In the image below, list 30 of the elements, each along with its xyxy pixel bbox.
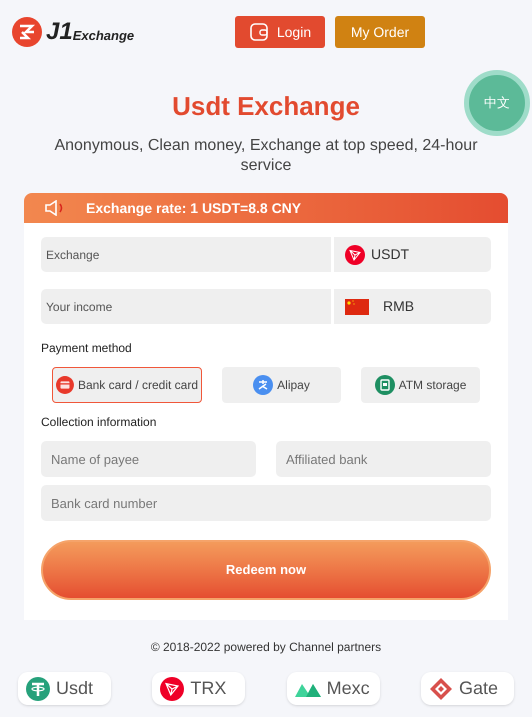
flag-icon	[345, 298, 369, 314]
partner-badge[interactable]: Gate	[420, 672, 514, 705]
page-title: Usdt Exchange	[172, 90, 360, 123]
amount-field[interactable]: Exchange	[41, 237, 331, 272]
payment-option[interactable]: ATM storage	[361, 367, 480, 403]
logo-text: J1Exchange	[46, 20, 134, 44]
payment-option[interactable]: Alipay	[222, 367, 341, 403]
coin-icon	[26, 676, 50, 700]
currency-selector[interactable]: RMB	[334, 289, 491, 324]
subtitle: Anonymous, Clean money, Exchange at top speed, 24-hour service	[53, 136, 479, 176]
diamond-logo-icon	[428, 676, 453, 700]
wallet-icon	[248, 22, 269, 42]
triangle-logo-icon	[160, 676, 184, 700]
amount-field[interactable]: Your income	[41, 289, 331, 324]
logo-icon	[12, 17, 42, 47]
partner-badge[interactable]: Mexc	[286, 672, 380, 705]
partner-badge[interactable]: TRX	[152, 672, 246, 705]
currency-selector[interactable]: USDT	[334, 237, 491, 272]
login-button[interactable]: Login	[235, 16, 325, 48]
text-field[interactable]: Name of payee	[41, 441, 256, 477]
text-field[interactable]: Affiliated bank	[276, 441, 491, 477]
text-field[interactable]: Bank card number	[41, 485, 491, 521]
triangle-logo-icon	[345, 244, 365, 264]
rate-text: Exchange rate: 1 USDT=8.8 CNY	[86, 198, 302, 218]
section-label: Payment method	[41, 340, 133, 357]
section-label: Collection information	[41, 414, 158, 431]
partner-badge[interactable]: Usdt	[18, 672, 111, 705]
payment-option[interactable]: Bank card / credit card	[52, 367, 202, 403]
card-icon	[56, 375, 74, 395]
footer-text: © 2018-2022 powered by Channel partners	[150, 639, 382, 656]
